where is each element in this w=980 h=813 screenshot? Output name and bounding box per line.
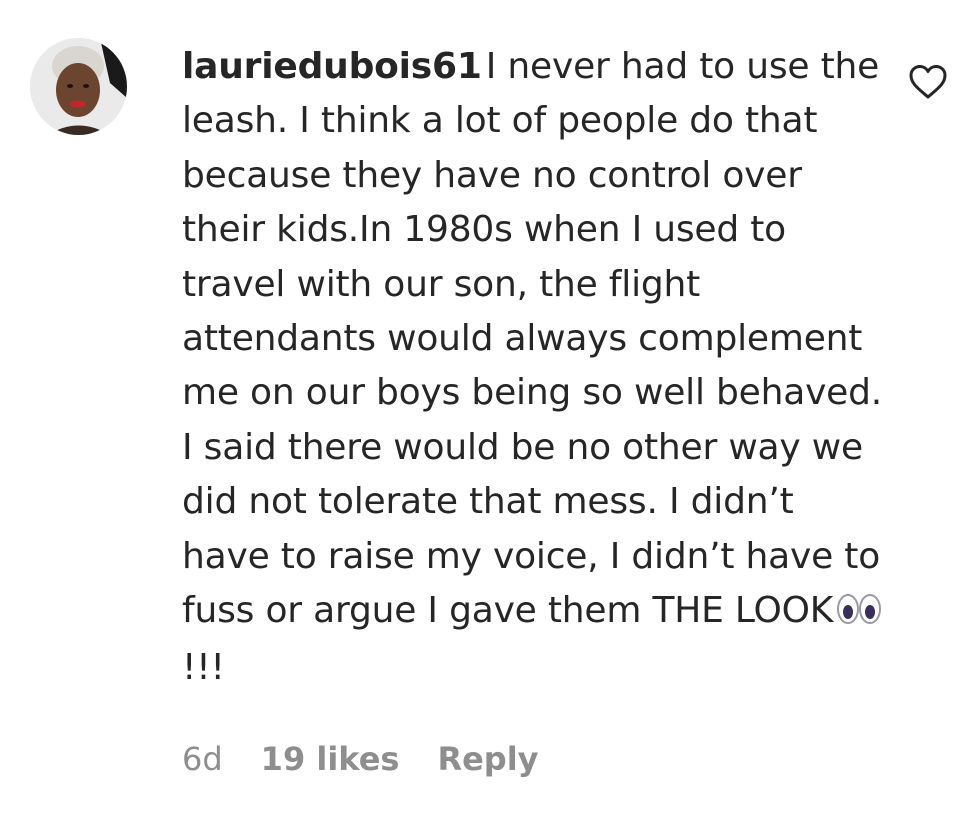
comment-meta: 6d 19 likes Reply bbox=[182, 740, 539, 778]
reply-button[interactable]: Reply bbox=[437, 740, 538, 778]
like-button[interactable] bbox=[908, 64, 948, 100]
likes-count[interactable]: 19 likes bbox=[261, 740, 400, 778]
avatar[interactable] bbox=[30, 38, 127, 135]
comment: lauriedubois61 I never had to use the lea… bbox=[0, 0, 980, 813]
eyes-emoji-icon bbox=[837, 587, 882, 641]
heart-icon bbox=[909, 65, 947, 99]
username[interactable]: lauriedubois61 bbox=[182, 46, 482, 87]
avatar-image bbox=[30, 38, 127, 135]
comment-body: lauriedubois61 I never had to use the lea… bbox=[182, 40, 882, 696]
comment-age[interactable]: 6d bbox=[182, 740, 223, 778]
comment-text-end: !!! bbox=[182, 647, 225, 689]
comment-text: I never had to use the leash. I think a … bbox=[182, 46, 883, 632]
